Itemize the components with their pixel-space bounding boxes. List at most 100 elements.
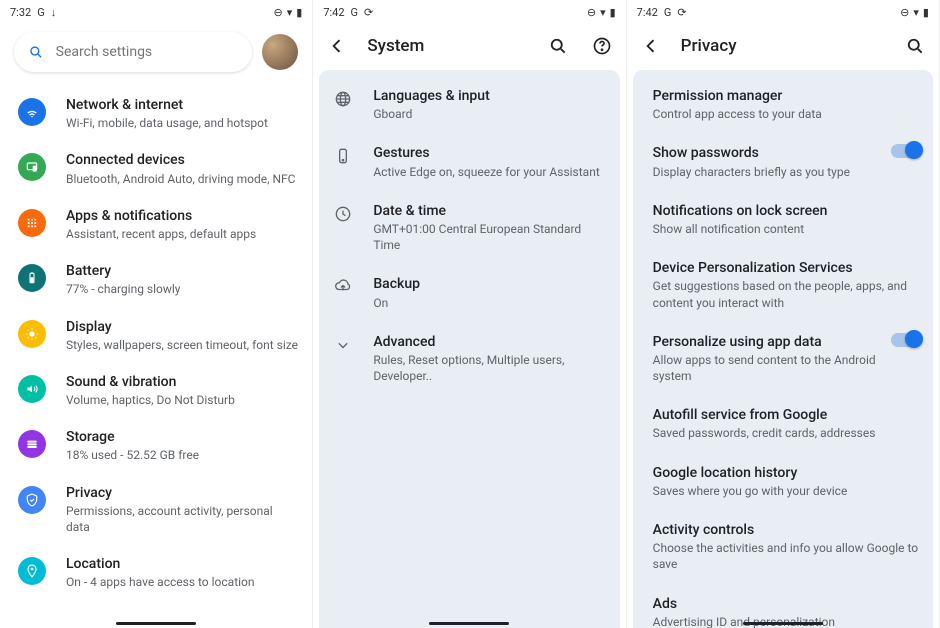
- dnd-icon: ⊖: [900, 6, 909, 19]
- settings-item[interactable]: Location On - 4 apps have access to loca…: [0, 545, 312, 600]
- item-title: Gestures: [373, 144, 607, 162]
- item-subtitle: Allow apps to send content to the Androi…: [653, 352, 883, 384]
- item-title: Autofill service from Google: [653, 406, 921, 424]
- display-icon: [18, 320, 46, 348]
- item-subtitle: Choose the activities and info you allow…: [653, 540, 921, 572]
- google-icon: G: [664, 6, 672, 19]
- apps-icon: [18, 209, 46, 237]
- privacy-item[interactable]: Google location history Saves where you …: [633, 453, 933, 510]
- expand-icon: [333, 335, 353, 355]
- settings-list: Network & internet Wi-Fi, mobile, data u…: [0, 80, 312, 628]
- item-title: Backup: [373, 275, 607, 293]
- screen-system: 7:42 G ⟳ ⊖ ▾ ▮ System Languages & input: [313, 0, 626, 628]
- battery-icon: ▮: [296, 6, 302, 19]
- sync-icon: ⟳: [364, 6, 373, 19]
- item-subtitle: Saves where you go with your device: [653, 483, 921, 499]
- devices-icon: [18, 153, 46, 181]
- item-subtitle: GMT+01:00 Central European Standard Time: [373, 221, 607, 253]
- item-subtitle: On: [373, 295, 607, 311]
- settings-item[interactable]: Privacy Permissions, account activity, p…: [0, 474, 312, 546]
- settings-item[interactable]: Connected devices Bluetooth, Android Aut…: [0, 141, 312, 196]
- wifi-icon: ▾: [287, 6, 293, 19]
- item-subtitle: Styles, wallpapers, screen timeout, font…: [66, 337, 298, 353]
- battery-icon: ▮: [923, 6, 929, 19]
- privacy-item[interactable]: Notifications on lock screen Show all no…: [633, 191, 933, 248]
- wifi-icon: ▾: [600, 6, 606, 19]
- item-title: Languages & input: [373, 87, 607, 105]
- item-subtitle: 18% used - 52.52 GB free: [66, 447, 298, 463]
- item-title: Show passwords: [653, 144, 883, 162]
- status-bar: 7:42 G ⟳ ⊖ ▾ ▮: [313, 0, 625, 22]
- status-time: 7:32: [10, 6, 31, 19]
- system-item[interactable]: Date & time GMT+01:00 Central European S…: [319, 191, 619, 265]
- dnd-icon: ⊖: [587, 6, 596, 19]
- search-button[interactable]: [901, 32, 929, 60]
- item-title: Date & time: [373, 202, 607, 220]
- screen-privacy: 7:42 G ⟳ ⊖ ▾ ▮ Privacy Permission manage…: [627, 0, 940, 628]
- system-item[interactable]: Advanced Rules, Reset options, Multiple …: [319, 322, 619, 396]
- item-subtitle: On - 4 apps have access to location: [66, 574, 298, 590]
- privacy-item[interactable]: Device Personalization Services Get sugg…: [633, 248, 933, 322]
- privacy-item[interactable]: Permission manager Control app access to…: [633, 76, 933, 133]
- settings-item[interactable]: Storage 18% used - 52.52 GB free: [0, 418, 312, 473]
- item-subtitle: Display characters briefly as you type: [653, 164, 883, 180]
- location-icon: [18, 557, 46, 585]
- settings-item[interactable]: Network & internet Wi-Fi, mobile, data u…: [0, 86, 312, 141]
- back-button[interactable]: [637, 32, 665, 60]
- dnd-icon: ⊖: [274, 6, 283, 19]
- settings-item[interactable]: Apps & notifications Assistant, recent a…: [0, 197, 312, 252]
- nav-bar-indicator[interactable]: [429, 622, 509, 625]
- item-subtitle: Saved passwords, credit cards, addresses: [653, 425, 921, 441]
- search-settings-field[interactable]: [14, 32, 252, 72]
- privacy-icon: [18, 486, 46, 514]
- item-subtitle: Bluetooth, Android Auto, driving mode, N…: [66, 171, 298, 187]
- item-title: Apps & notifications: [66, 207, 298, 225]
- wifi-icon: ▾: [913, 6, 919, 19]
- nav-bar-indicator[interactable]: [743, 622, 823, 625]
- nav-bar-indicator[interactable]: [116, 622, 196, 625]
- system-item[interactable]: Languages & input Gboard: [319, 76, 619, 133]
- item-subtitle: Advertising ID and personalization: [653, 614, 921, 628]
- search-icon: [28, 43, 44, 61]
- item-subtitle: Active Edge on, squeeze for your Assista…: [373, 164, 607, 180]
- toggle-switch[interactable]: [891, 144, 921, 158]
- toggle-switch[interactable]: [891, 333, 921, 347]
- system-item[interactable]: Gestures Active Edge on, squeeze for you…: [319, 133, 619, 190]
- globe-icon: [333, 89, 353, 109]
- settings-item[interactable]: Display Styles, wallpapers, screen timeo…: [0, 308, 312, 363]
- item-title: Location: [66, 555, 298, 573]
- item-title: Device Personalization Services: [653, 259, 921, 277]
- download-icon: ↓: [51, 6, 57, 19]
- item-title: Personalize using app data: [653, 333, 883, 351]
- wifi-icon: [18, 98, 46, 126]
- page-title: Privacy: [681, 36, 737, 56]
- item-subtitle: Assistant, recent apps, default apps: [66, 226, 298, 242]
- status-time: 7:42: [637, 6, 658, 19]
- item-title: Advanced: [373, 333, 607, 351]
- privacy-item[interactable]: Show passwords Display characters briefl…: [633, 133, 933, 190]
- system-item[interactable]: Backup On: [319, 264, 619, 321]
- gesture-icon: [333, 146, 353, 166]
- privacy-item[interactable]: Autofill service from Google Saved passw…: [633, 395, 933, 452]
- search-input[interactable]: [56, 44, 239, 60]
- storage-icon: [18, 430, 46, 458]
- item-title: Storage: [66, 428, 298, 446]
- search-button[interactable]: [544, 32, 572, 60]
- profile-avatar[interactable]: [262, 34, 298, 70]
- privacy-item[interactable]: Personalize using app data Allow apps to…: [633, 322, 933, 396]
- sound-icon: [18, 375, 46, 403]
- item-subtitle: Rules, Reset options, Multiple users, De…: [373, 352, 607, 384]
- clock-icon: [333, 204, 353, 224]
- status-bar: 7:32 G ↓ ⊖ ▾ ▮: [0, 0, 312, 22]
- item-title: Sound & vibration: [66, 373, 298, 391]
- item-subtitle: 77% - charging slowly: [66, 281, 298, 297]
- screen-settings-home: 7:32 G ↓ ⊖ ▾ ▮ Network & internet Wi-Fi,…: [0, 0, 313, 628]
- item-subtitle: Show all notification content: [653, 221, 921, 237]
- backup-icon: [333, 277, 353, 297]
- back-button[interactable]: [323, 32, 351, 60]
- help-button[interactable]: [588, 32, 616, 60]
- privacy-item[interactable]: Activity controls Choose the activities …: [633, 510, 933, 584]
- settings-item[interactable]: Sound & vibration Volume, haptics, Do No…: [0, 363, 312, 418]
- settings-item[interactable]: Battery 77% - charging slowly: [0, 252, 312, 307]
- item-title: Permission manager: [653, 87, 921, 105]
